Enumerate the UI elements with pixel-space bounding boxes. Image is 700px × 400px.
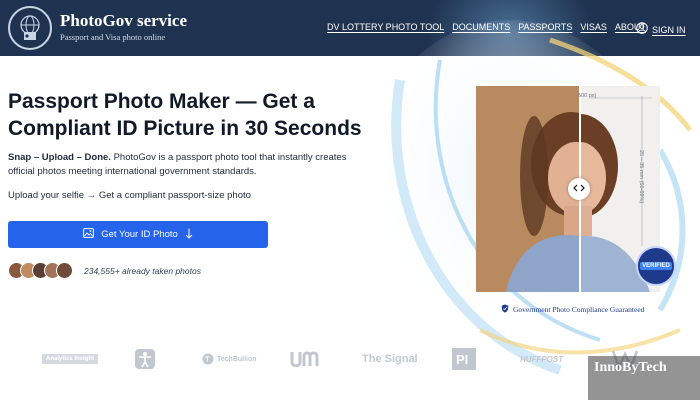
shield-icon	[501, 300, 509, 318]
svg-text:PI: PI	[456, 352, 468, 367]
measure-side-label: 25 – 35 mm (50-69%)	[638, 150, 644, 204]
sign-in-label: SIGN IN	[652, 25, 686, 35]
get-id-photo-button[interactable]: Get Your ID Photo	[8, 221, 268, 248]
social-proof-text: 234,555+ already taken photos	[84, 266, 201, 276]
brand-logo-icon[interactable]	[8, 6, 52, 50]
pi-logo-icon: PI	[452, 344, 476, 374]
logo-huffpost: HUFFPOST	[520, 354, 564, 364]
before-photo	[476, 86, 580, 292]
chevrons-left-right-icon	[573, 184, 585, 194]
nav-item-visas[interactable]: VISAS	[580, 22, 607, 32]
hero-description: Snap – Upload – Done. PhotoGov is a pass…	[8, 151, 353, 179]
nav-item-dv-lottery[interactable]: DV LOTTERY PHOTO TOOL	[327, 22, 444, 32]
user-avatars	[8, 262, 73, 279]
cta-label: Get Your ID Photo	[101, 229, 178, 240]
verified-badge: VERIFIED	[636, 246, 676, 286]
hero-headline: Passport Photo Maker — Get a Compliant I…	[8, 88, 388, 142]
brand-name[interactable]: PhotoGov service	[60, 11, 187, 31]
watermark: InnoByTech	[588, 356, 700, 400]
site-header: PhotoGov service Passport and Visa photo…	[0, 0, 700, 56]
sign-in-link[interactable]: SIGN IN	[636, 21, 686, 39]
hero-flow-text: Upload your selfie → Get a compliant pas…	[8, 190, 251, 201]
compliance-guarantee: Government Photo Compliance Guaranteed	[501, 300, 644, 318]
measure-top-label: 500 px)	[578, 93, 597, 99]
logo-techbullion: T TechBullion	[202, 344, 257, 374]
headline-bold: Passport Photo Maker	[8, 90, 230, 113]
arrow-down-icon	[185, 228, 193, 242]
guarantee-label: Government Photo Compliance Guaranteed	[513, 304, 645, 314]
accessibility-logo-icon	[134, 344, 156, 374]
nav-item-documents[interactable]: DOCUMENTS	[452, 22, 510, 32]
svg-text:T: T	[205, 357, 210, 364]
image-icon	[83, 228, 95, 241]
nav-item-passports[interactable]: PASSPORTS	[518, 22, 572, 32]
watermark-label: InnoByTech	[594, 360, 667, 375]
um-logo-icon	[290, 344, 320, 374]
compare-slider-handle[interactable]	[568, 178, 590, 200]
desc-bold: Snap – Upload – Done.	[8, 152, 111, 163]
user-icon	[636, 21, 648, 39]
avatar	[56, 262, 73, 279]
logo-analytics-insight: Analytics Insight	[42, 344, 99, 374]
logo-the-signal: The Signal	[362, 353, 418, 365]
brand-tagline: Passport and Visa photo online	[60, 32, 166, 42]
main-nav: DV LOTTERY PHOTO TOOL DOCUMENTS PASSPORT…	[327, 22, 646, 32]
verified-label: VERIFIED	[640, 262, 672, 270]
